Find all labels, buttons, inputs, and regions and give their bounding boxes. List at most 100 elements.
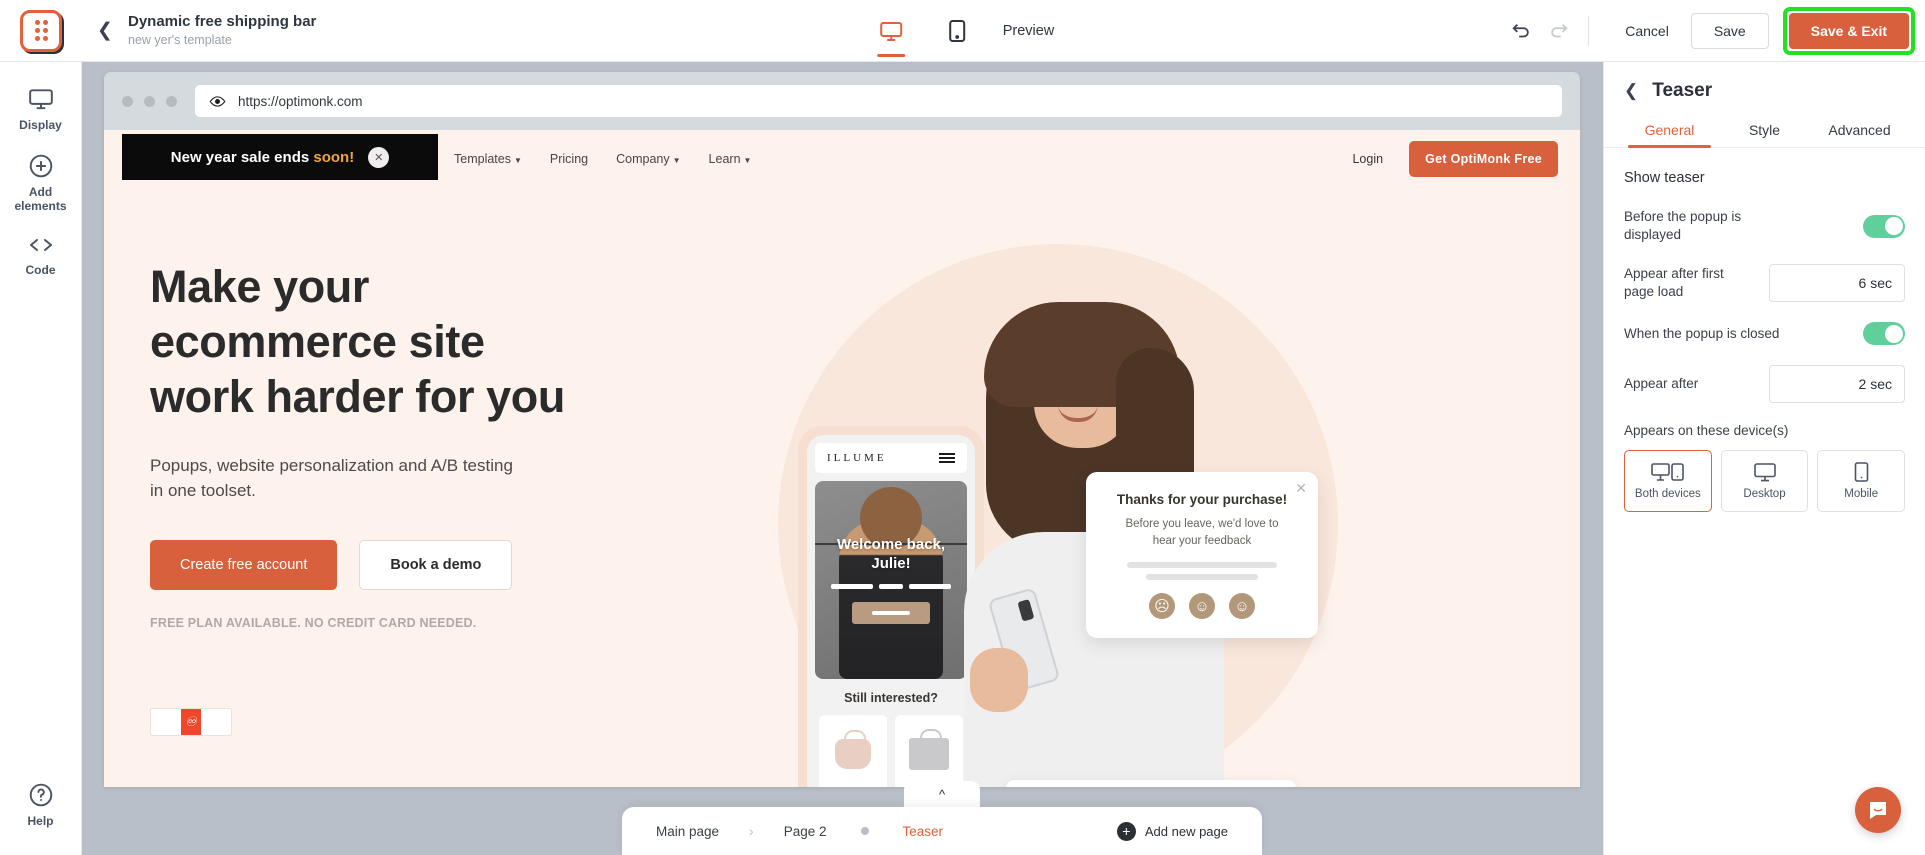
chat-bubble-icon[interactable] <box>1855 787 1901 833</box>
plus-circle-icon: + <box>1116 821 1136 841</box>
question-circle-icon <box>29 783 52 807</box>
save-button[interactable]: Save <box>1690 13 1769 49</box>
sidebar-item-help-label: Help <box>27 814 54 829</box>
page-subtitle: new yer's template <box>128 32 232 47</box>
panel-header: ❮ Teaser <box>1604 62 1925 112</box>
sidebar-item-code[interactable]: Code <box>0 217 82 282</box>
nav-link-company[interactable]: Company ▼ <box>616 152 680 166</box>
phone-brand-name: ILLUME <box>827 452 887 464</box>
add-new-page-label: Add new page <box>1144 823 1228 839</box>
sidebar-item-display[interactable]: Display <box>0 62 82 137</box>
hero-buttons: Create free account Book a demo <box>150 539 710 590</box>
code-icon <box>29 239 52 252</box>
save-exit-highlight: Save & Exit <box>1782 7 1915 55</box>
feedback-subtext: Before you leave, we'd love to hear your… <box>1125 518 1279 547</box>
setting-label: Appear after first page load <box>1624 266 1724 300</box>
nav-link-pricing[interactable]: Pricing <box>550 152 588 166</box>
create-free-account-button[interactable]: Create free account <box>150 539 338 590</box>
top-bar-actions: Cancel Save Save & Exit <box>1510 0 1925 62</box>
device-option-desktop[interactable]: Desktop <box>1720 450 1809 513</box>
rating-face-happy[interactable]: ☺ <box>1229 593 1255 620</box>
site-nav-actions: Login Get OptiMonk Free <box>1352 141 1558 177</box>
sidebar-item-add-elements-label: Add elements <box>14 184 67 213</box>
page-nav-item-page-2[interactable]: Page 2 <box>784 824 827 839</box>
setting-row-before-popup-displayed: Before the popup is displayed <box>1624 208 1905 244</box>
preview-button[interactable]: Preview <box>1003 23 1055 39</box>
popup-editor-app: ❮ Dynamic free shipping bar new yer's te… <box>0 0 1925 855</box>
campaign-title-block: Dynamic free shipping bar new yer's temp… <box>128 13 316 48</box>
panel-back-chevron-left-icon[interactable]: ❮ <box>1624 81 1638 101</box>
nav-link-templates[interactable]: Templates ▼ <box>454 152 522 166</box>
left-sidebar: Display Add elements Code Help <box>0 62 82 855</box>
site-navbar: New year sale ends soon! ✕ Templates ▼ Pr… <box>104 130 1580 188</box>
both-devices-icon <box>1651 463 1684 482</box>
desktop-icon <box>1753 463 1776 482</box>
sidebar-item-display-label: Display <box>19 118 62 132</box>
page-nav-item-teaser[interactable]: Teaser <box>903 824 944 839</box>
rating-face-sad[interactable]: ☹ <box>1149 593 1175 620</box>
mobile-icon <box>948 19 965 42</box>
rating-face-neutral[interactable]: ☺ <box>1189 593 1215 620</box>
when-popup-closed-toggle[interactable] <box>1863 322 1905 346</box>
site-hero: Make your ecommerce site work harder for… <box>104 188 1580 787</box>
device-option-mobile[interactable]: Mobile <box>1817 450 1906 513</box>
book-a-demo-button[interactable]: Book a demo <box>359 539 513 590</box>
eye-icon <box>209 95 226 107</box>
setting-row-appear-after-first-page-load: Appear after first page load 6 sec <box>1624 264 1905 303</box>
sidebar-item-help[interactable]: Help <box>0 766 82 855</box>
tab-general[interactable]: General <box>1622 112 1717 148</box>
page-nav-collapse-button[interactable]: ^ <box>904 781 980 807</box>
page-title: Dynamic free shipping bar <box>128 13 317 30</box>
setting-row-when-popup-closed: When the popup is closed <box>1624 322 1905 346</box>
cancel-button[interactable]: Cancel <box>1603 14 1691 48</box>
teaser-settings-panel: ❮ Teaser General Style Advanced Show tea… <box>1603 62 1925 855</box>
desktop-view-button[interactable] <box>871 3 911 59</box>
add-new-page-button[interactable]: + Add new page <box>1116 821 1228 841</box>
login-link[interactable]: Login <box>1352 152 1383 166</box>
tab-style[interactable]: Style <box>1717 112 1812 147</box>
page-nav-item-main-page[interactable]: Main page <box>656 824 719 839</box>
hero-subtext: Popups, website personalization and A/B … <box>150 455 513 501</box>
hero-copy: Make your ecommerce site work harder for… <box>150 260 710 630</box>
redo-icon[interactable] <box>1548 20 1570 42</box>
setting-row-appear-after: Appear after 2 sec <box>1624 365 1905 404</box>
device-selector: Both devices Desktop Mobile <box>1624 450 1906 513</box>
teaser-close-icon[interactable]: ✕ <box>368 146 390 168</box>
back-chevron-left-icon[interactable]: ❮ <box>88 19 122 42</box>
device-section-label: Appears on these device(s) <box>1624 423 1789 439</box>
appear-after-first-page-load-input[interactable]: 6 sec <box>1769 264 1905 303</box>
nav-link-learn[interactable]: Learn ▼ <box>709 152 752 166</box>
device-option-label: Both devices <box>1634 488 1701 501</box>
browser-toolbar: https://optimonk.com <box>104 72 1580 130</box>
setting-label: When the popup is closed <box>1624 325 1780 341</box>
get-optimonk-free-button[interactable]: Get OptiMonk Free <box>1409 141 1558 177</box>
feedback-rating-faces: ☹ ☺ ☺ <box>1102 593 1302 620</box>
teaser-bar[interactable]: New year sale ends soon! ✕ <box>122 134 438 180</box>
device-option-both-devices[interactable]: Both devices <box>1624 450 1712 513</box>
feedback-close-icon[interactable]: ✕ <box>1295 480 1307 497</box>
handbag-icon <box>835 730 871 769</box>
page-navigation: ^ Main page › Page 2 Teaser + Add new pa… <box>622 781 1262 855</box>
show-teaser-section-title: Show teaser <box>1624 170 1705 186</box>
site-nav-links: Templates ▼ Pricing Company ▼ Learn ▼ <box>454 152 751 166</box>
phone-cta-button <box>852 602 930 625</box>
feedback-title: Thanks for your purchase! <box>1116 492 1288 507</box>
hero-illustration: ILLUME Welcome back, Julie! Still intere… <box>716 188 1580 787</box>
divider <box>1588 16 1590 46</box>
undo-icon[interactable] <box>1510 20 1532 42</box>
setting-label: Before the popup is displayed <box>1624 209 1742 243</box>
appear-after-input[interactable]: 2 sec <box>1769 365 1905 404</box>
mobile-icon <box>1854 462 1868 483</box>
page-nav-dot-icon <box>860 827 869 835</box>
before-popup-displayed-toggle[interactable] <box>1863 214 1905 238</box>
tab-advanced[interactable]: Advanced <box>1812 112 1907 147</box>
url-bar[interactable]: https://optimonk.com <box>195 85 1562 117</box>
sidebar-item-add-elements[interactable]: Add elements <box>0 137 82 218</box>
app-logo[interactable] <box>0 0 82 62</box>
mobile-view-button[interactable] <box>937 3 977 59</box>
badge-logo-icon: ♾ <box>181 709 201 735</box>
save-and-exit-button[interactable]: Save & Exit <box>1788 13 1909 49</box>
feedback-popup-card: ✕ Thanks for your purchase! Before you l… <box>1086 472 1318 638</box>
chat-icon <box>1870 802 1886 819</box>
editor-canvas: https://optimonk.com New year sale ends … <box>82 62 1603 855</box>
